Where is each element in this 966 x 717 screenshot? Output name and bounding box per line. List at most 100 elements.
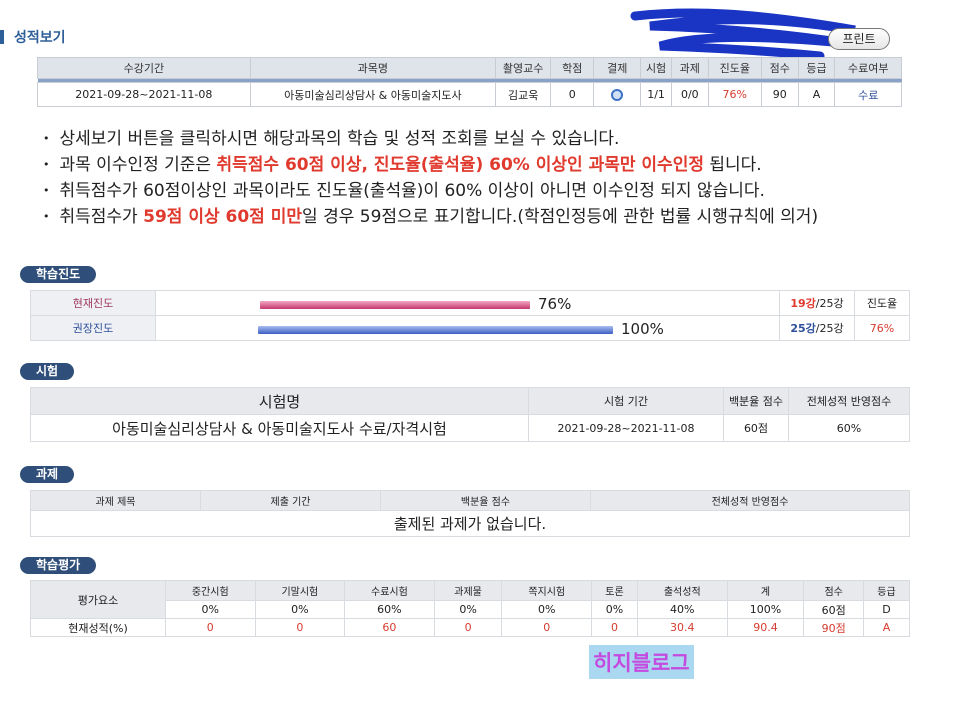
- payment-status-icon[interactable]: [611, 89, 624, 101]
- exam-period-cell: 2021-09-28~2021-11-08: [528, 414, 724, 442]
- assignment-table: 과제 제목 제출 기간 백분율 점수 전체성적 반영점수 출제된 과제가 없습니…: [30, 490, 910, 537]
- col-professor: 촬영교수: [495, 57, 552, 79]
- col-progress: 진도율: [707, 57, 762, 79]
- professor-cell: 김교욱: [495, 82, 552, 107]
- recommended-progress-row: 권장진도 100% 25강/25강 76%: [30, 315, 910, 341]
- eval-current-label: 현재성적(%): [30, 618, 166, 637]
- notice-text: 과목 이수인정 기준은: [59, 155, 217, 175]
- col-grade: 등급: [797, 57, 836, 79]
- progress-rate-label: 진도율: [854, 290, 910, 316]
- current-total: /25강: [815, 297, 844, 310]
- eval-weight-cell: D: [862, 600, 911, 619]
- exam-score-cell: 60점: [723, 414, 789, 442]
- col-assignment: 과제: [670, 57, 709, 79]
- recommended-progress-label: 권장진도: [30, 315, 156, 341]
- notice-text: 취득점수가 60점이상인 과목이라도 진도율(출석율)이 60% 이상이 아니면…: [59, 181, 765, 201]
- notice-text: 상세보기 버튼을 클릭하시면 해당과목의 학습 및 성적 조회를 보실 수 있습…: [59, 129, 620, 149]
- eval-weight-cell: 0%: [254, 600, 346, 619]
- exam-weight-cell: 60%: [788, 414, 910, 442]
- col-credit: 학점: [550, 57, 595, 79]
- assign-col-period: 제출 기간: [200, 490, 381, 511]
- progress-rate-value: 76%: [854, 315, 910, 341]
- section-progress-heading: 학습진도: [20, 266, 97, 283]
- assign-col-score: 백분율 점수: [380, 490, 591, 511]
- current-done: 19강: [790, 297, 816, 310]
- recommended-progress-bar: [258, 326, 613, 334]
- table-row: 출제된 과제가 없습니다.: [30, 510, 910, 537]
- payment-cell: [593, 82, 642, 107]
- recommended-total: /25강: [815, 322, 844, 335]
- eval-weight-cell: 60%: [344, 600, 435, 619]
- notice-item: 취득점수가 60점이상인 과목이라도 진도율(출석율)이 60% 이상이 아니면…: [43, 178, 818, 204]
- notice-highlight: 59점 이상 60점 미만: [143, 207, 303, 227]
- notice-text: 됩니다.: [703, 155, 762, 175]
- eval-current-cell: 0: [591, 618, 638, 637]
- eval-current-cell: 90점: [803, 618, 864, 637]
- eval-weight-cell: 0%: [165, 600, 256, 619]
- score-cell: 90: [760, 82, 799, 107]
- eval-current-cell: 0: [254, 618, 346, 637]
- notice-text: 일 경우 59점으로 표기합니다.(학점인정등에 관한 법률 시행규칙에 의거): [302, 207, 819, 227]
- col-payment: 결제: [593, 57, 642, 79]
- current-progress-bar-cell: 76%: [155, 290, 780, 316]
- eval-current-cell: 30.4: [636, 618, 728, 637]
- eval-col-discussion: 토론: [591, 580, 638, 601]
- col-period: 수강기간: [37, 57, 251, 79]
- eval-weight-cell: 40%: [636, 600, 728, 619]
- eval-col-midterm: 중간시험: [165, 580, 256, 601]
- current-progress-count: 19강/25강: [779, 290, 855, 316]
- eval-current-cell: 60: [344, 618, 435, 637]
- eval-weight-cell: 0%: [433, 600, 503, 619]
- section-exam-heading: 시험: [20, 363, 75, 380]
- eval-col-assignment: 과제물: [433, 580, 503, 601]
- col-completion: 수료여부: [834, 57, 902, 79]
- eval-col-final: 기말시험: [254, 580, 346, 601]
- recommended-done: 25강: [790, 322, 816, 335]
- table-row: 2021-09-28~2021-11-08 아동미술심리상담사 & 아동미술지도…: [37, 82, 902, 107]
- current-progress-label: 현재진도: [30, 290, 156, 316]
- eval-weight-cell: 0%: [591, 600, 638, 619]
- eval-weight-cell: 60점: [803, 600, 864, 619]
- col-course: 과목명: [249, 57, 497, 79]
- eval-current-cell: 90.4: [726, 618, 805, 637]
- evaluation-table: 평가요소 중간시험 기말시험 수료시험 과제물 쪽지시험 토론 출석성적 계 점…: [30, 580, 911, 637]
- eval-col-grade: 등급: [862, 580, 911, 601]
- recommended-progress-count: 25강/25강: [779, 315, 855, 341]
- assignment-cell: 0/0: [670, 82, 709, 107]
- recommended-progress-bar-cell: 100%: [155, 315, 780, 341]
- eval-col-completion-exam: 수료시험: [344, 580, 435, 601]
- period-cell: 2021-09-28~2021-11-08: [37, 82, 251, 107]
- current-progress-row: 현재진도 76% 19강/25강 진도율: [30, 290, 910, 316]
- notice-item: 과목 이수인정 기준은 취득점수 60점 이상, 진도율(출석율) 60% 이상…: [43, 152, 818, 178]
- notice-item: 취득점수가 59점 이상 60점 미만일 경우 59점으로 표기합니다.(학점인…: [43, 204, 819, 230]
- col-exam: 시험: [640, 57, 672, 79]
- current-progress-percent: 76%: [538, 295, 572, 313]
- eval-col-total: 계: [726, 580, 805, 601]
- eval-col-attendance: 출석성적: [636, 580, 728, 601]
- eval-row-header: 평가요소: [30, 580, 166, 619]
- exam-table: 시험명 시험 기간 백분율 점수 전체성적 반영점수 아동미술심리상담사 & 아…: [30, 387, 910, 442]
- course-summary-table: 수강기간 과목명 촬영교수 학점 결제 시험 과제 진도율 점수 등급 수료여부…: [37, 57, 902, 107]
- page-title: 성적보기: [0, 27, 66, 47]
- course-cell: 아동미술심리상담사 & 아동미술지도사: [249, 82, 497, 107]
- print-button[interactable]: 프린트: [828, 28, 890, 50]
- grade-cell: A: [797, 82, 836, 107]
- assign-col-weight: 전체성적 반영점수: [590, 490, 910, 511]
- exam-col-score: 백분율 점수: [723, 387, 789, 415]
- col-score: 점수: [760, 57, 799, 79]
- eval-col-score: 점수: [803, 580, 864, 601]
- assign-col-title: 과제 제목: [30, 490, 201, 511]
- notice-text: 취득점수가: [59, 207, 144, 227]
- eval-weight-cell: 0%: [501, 600, 593, 619]
- progress-table: 현재진도 76% 19강/25강 진도율 권장진도 100% 25강/25강 7…: [30, 290, 910, 341]
- eval-current-cell: A: [862, 618, 911, 637]
- completion-cell[interactable]: 수료: [834, 82, 902, 107]
- page-title-text: 성적보기: [14, 30, 66, 46]
- eval-current-cell: 0: [501, 618, 593, 637]
- section-assignment-heading: 과제: [20, 466, 75, 483]
- exam-name-cell: 아동미술심리상담사 & 아동미술지도사 수료/자격시험: [30, 414, 529, 442]
- progress-cell: 76%: [707, 82, 762, 107]
- eval-current-cell: 0: [433, 618, 503, 637]
- section-evaluation-heading: 학습평가: [20, 557, 97, 574]
- recommended-progress-percent: 100%: [621, 320, 664, 338]
